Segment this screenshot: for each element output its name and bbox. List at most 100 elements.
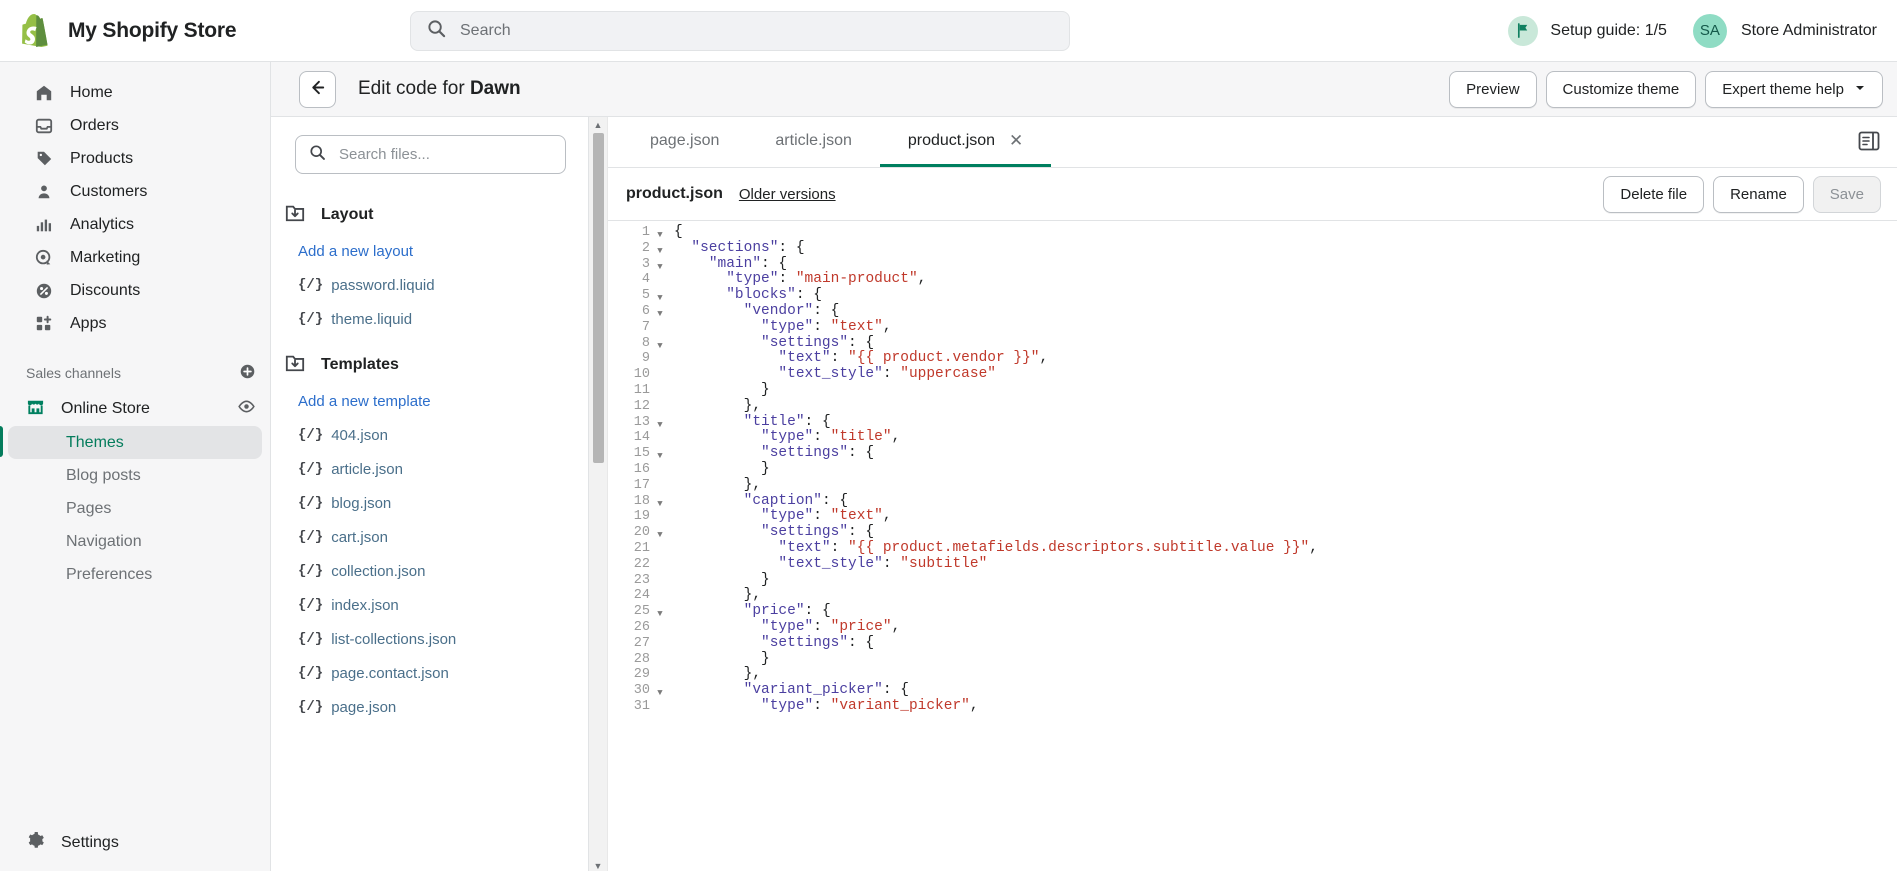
scrollbar-thumb[interactable] [592,133,604,463]
sidebar-item-themes[interactable]: Themes [8,426,262,459]
code-editor[interactable]: 1 ▼{2 ▼ "sections": {3 ▼ "main": {4 "type":… [608,221,1897,871]
sales-channels-label: Sales channels [26,365,121,381]
plus-circle-icon[interactable] [239,363,256,383]
tab-label: product.json [907,131,996,149]
sidebar-item-orders[interactable]: Orders [8,109,262,142]
file-item[interactable]: {/} index.json [271,588,588,622]
fold-toggle-icon[interactable]: ▼ [652,683,668,699]
rename-button[interactable]: Rename [1713,175,1804,213]
code-text: }, [674,476,762,493]
preview-button[interactable]: Preview [1449,70,1537,108]
file-item[interactable]: {/} collection.json [271,554,588,588]
line-number: 27 [633,635,650,651]
file-name: blog.json [331,494,392,512]
file-action-bar: product.json Older versions Delete file … [608,168,1897,221]
file-item[interactable]: {/} page.contact.json [271,656,588,690]
code-line: 16 } [608,461,1897,478]
scroll-up-arrow[interactable]: ▲ [594,120,603,130]
fold-toggle-icon[interactable]: ▼ [652,288,668,304]
brand-area[interactable]: My Shopify Store [22,13,362,48]
sidebar-item-pages[interactable]: Pages [8,492,262,525]
file-name: list-collections.json [331,630,457,648]
top-bar-right: Setup guide: 1/5 SA Store Administrator [1508,13,1881,48]
file-item[interactable]: {/} theme.liquid [271,302,588,336]
file-item[interactable]: {/} 404.json [271,418,588,452]
file-item[interactable]: {/} article.json [271,452,588,486]
sidebar-item-preferences[interactable]: Preferences [8,558,262,591]
sidebar-item-online-store[interactable]: Online Store [0,392,270,426]
line-number: 21 [633,540,650,556]
tab-article-json[interactable]: article.json [747,117,879,167]
fold-toggle-icon[interactable]: ▼ [652,336,668,352]
fold-toggle-icon[interactable]: ▼ [652,304,668,320]
sidebar-item-label: Analytics [70,215,135,233]
sidebar-item-discounts[interactable]: Discounts [8,274,262,307]
page-title-theme: Dawn [469,78,521,99]
fold-toggle-icon[interactable]: ▼ [652,494,668,510]
fold-toggle-icon[interactable]: ▼ [652,225,668,241]
customize-theme-button[interactable]: Customize theme [1545,70,1697,108]
file-tree-scrollbar[interactable]: ▲ ▼ [589,117,608,871]
sidebar-item-customers[interactable]: Customers [8,175,262,208]
sidebar-item-home[interactable]: Home [8,76,262,109]
fold-toggle-icon[interactable]: ▼ [652,241,668,257]
sidebar-item-apps[interactable]: Apps [8,307,262,340]
file-name: page.json [331,698,397,716]
file-name: page.contact.json [331,664,449,682]
sidebar-item-navigation[interactable]: Navigation [8,525,262,558]
sidebar-item-label: Online Store [61,400,150,417]
folder-templates[interactable]: Templates [271,346,588,384]
sidebar-item-blog-posts[interactable]: Blog posts [8,459,262,492]
file-item[interactable]: {/} page.json [271,690,588,724]
sidebar-item-products[interactable]: Products [8,142,262,175]
line-number: 19 [633,509,650,525]
sidebar-item-analytics[interactable]: Analytics [8,208,262,241]
older-versions-link[interactable]: Older versions [739,186,836,203]
close-icon[interactable]: ✕ [1009,131,1023,151]
code-line: 25 ▼ "price": { [608,603,1897,620]
tab-page-json[interactable]: page.json [622,117,747,167]
add-new-template-link[interactable]: Add a new template [271,384,588,418]
expand-panel-icon[interactable] [1857,129,1881,157]
code-text: "settings": { [761,334,875,351]
fold-toggle-icon[interactable]: ▼ [652,604,668,620]
delete-file-label: Delete file [1620,185,1688,203]
code-line: 24 }, [608,587,1897,604]
add-new-layout-link[interactable]: Add a new layout [271,234,588,268]
tab-product-json[interactable]: product.json ✕ [879,117,1052,167]
folder-layout[interactable]: Layout [271,196,588,234]
file-item[interactable]: {/} password.liquid [271,268,588,302]
fold-toggle-icon[interactable]: ▼ [652,415,668,431]
code-line: 31 "type": "variant_picker", [608,698,1897,715]
delete-file-button[interactable]: Delete file [1603,175,1705,213]
file-item[interactable]: {/} cart.json [271,520,588,554]
fold-toggle-icon[interactable]: ▼ [652,257,668,273]
back-button[interactable] [299,70,336,108]
user-menu-button[interactable]: SA Store Administrator [1692,13,1877,48]
fold-toggle-icon[interactable]: ▼ [652,446,668,462]
file-item[interactable]: {/} blog.json [271,486,588,520]
fold-toggle-icon[interactable]: ▼ [652,525,668,541]
setup-guide-button[interactable]: Setup guide: 1/5 [1508,15,1667,46]
search-input[interactable]: Search [410,10,1070,51]
file-search-input[interactable]: Search files... [295,135,566,174]
json-file-icon: {/} [298,427,324,443]
eye-icon[interactable] [237,397,256,421]
line-number: 4 [641,272,650,288]
save-button[interactable]: Save [1812,175,1881,213]
sidebar-item-settings[interactable]: Settings [0,821,270,865]
code-text: "price": { [743,603,831,620]
file-actions: Delete file Rename Save [1603,175,1881,213]
app-root: My Shopify Store Search Setup guide: 1/5… [0,0,1897,871]
scroll-down-arrow[interactable]: ▼ [594,861,603,871]
code-text: } [674,381,770,398]
sidebar-item-marketing[interactable]: Marketing [8,241,262,274]
expert-theme-help-button[interactable]: Expert theme help [1705,70,1883,108]
sidebar-item-label: Marketing [70,248,141,266]
sidebar-item-label: Products [70,149,134,167]
line-number: 17 [633,477,650,493]
json-file-icon: {/} [298,699,324,715]
file-item[interactable]: {/} list-collections.json [271,622,588,656]
